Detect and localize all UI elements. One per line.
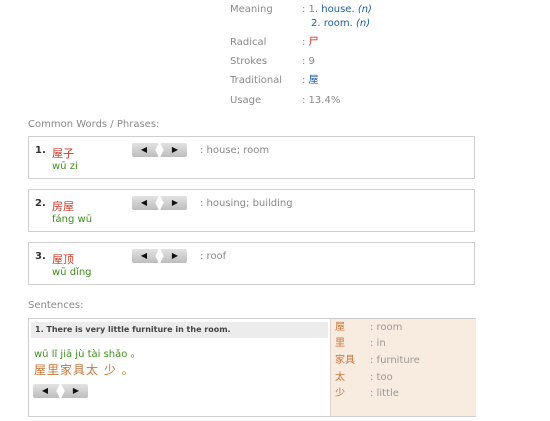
- prev-arrow-icon: ◀: [140, 251, 148, 260]
- word-pinyin: fáng wū: [52, 214, 93, 225]
- meaning-2-pos: (n): [355, 18, 371, 29]
- word-meaning: : house; room: [200, 145, 270, 156]
- word-characters[interactable]: 屋顶: [52, 251, 74, 267]
- meaning-2-word: room.: [323, 18, 353, 29]
- word-meaning: : roof: [200, 251, 227, 262]
- glossary-meaning: : room: [370, 322, 403, 333]
- play-arrow-icon: ▶: [171, 251, 179, 260]
- audio-controls: ◀ ▶: [132, 143, 187, 157]
- meaning-label: Meaning: [230, 4, 273, 15]
- strokes-label: Strokes: [230, 56, 268, 67]
- radical-sep: :: [302, 37, 306, 48]
- audio-prev-button[interactable]: ◀: [132, 196, 159, 210]
- meaning-1-prefix: : 1.: [302, 4, 319, 15]
- sentence-audio-prev-button[interactable]: ◀: [33, 384, 60, 398]
- traditional-sep: :: [302, 75, 306, 86]
- word-entry: 1. 屋子 wū zi ◀ ▶ : house; room: [28, 136, 475, 179]
- strokes-value: : 9: [302, 56, 315, 67]
- meaning-1-word: house.: [321, 4, 355, 15]
- common-words-header: Common Words / Phrases:: [28, 119, 160, 130]
- word-meaning: : housing; building: [200, 198, 293, 209]
- audio-controls: ◀ ▶: [132, 249, 187, 263]
- word-entry: 2. 房屋 fáng wū ◀ ▶ : housing; building: [28, 189, 475, 232]
- usage-label: Usage: [230, 95, 262, 106]
- sentence-translation: 1. There is very little furniture in the…: [31, 322, 328, 338]
- play-arrow-icon: ▶: [171, 145, 179, 154]
- sentences-header: Sentences:: [28, 300, 84, 311]
- sentence-glossary: 屋 : room 里 : in 家具 : furniture 太 : too 少…: [330, 319, 476, 416]
- sentence-chinese[interactable]: 屋里家具太 少 。: [34, 361, 135, 378]
- prev-arrow-icon: ◀: [140, 145, 148, 154]
- word-pinyin: wū zi: [52, 161, 78, 172]
- word-pinyin: wū dǐng: [52, 267, 92, 278]
- prev-arrow-icon: ◀: [140, 198, 148, 207]
- word-entry: 3. 屋顶 wū dǐng ◀ ▶ : roof: [28, 242, 475, 285]
- radical-label: Radical: [230, 37, 267, 48]
- sentence-entry: 1. There is very little furniture in the…: [28, 318, 476, 417]
- audio-prev-button[interactable]: ◀: [132, 249, 159, 263]
- traditional-value-wrap: : 屋: [302, 73, 319, 89]
- glossary-meaning: : furniture: [370, 355, 420, 366]
- word-number: 1.: [35, 145, 46, 156]
- audio-play-button[interactable]: ▶: [160, 196, 187, 210]
- traditional-value[interactable]: 屋: [309, 75, 319, 86]
- glossary-meaning: : in: [370, 338, 386, 349]
- glossary-char[interactable]: 太: [335, 370, 345, 386]
- audio-controls: ◀ ▶: [132, 196, 187, 210]
- sentence-audio-controls: ◀ ▶: [33, 384, 88, 398]
- word-characters[interactable]: 屋子: [52, 145, 74, 161]
- word-number: 3.: [35, 251, 46, 262]
- prev-arrow-icon: ◀: [41, 386, 49, 395]
- play-arrow-icon: ▶: [72, 386, 80, 395]
- audio-play-button[interactable]: ▶: [160, 249, 187, 263]
- sentence-audio-play-button[interactable]: ▶: [61, 384, 88, 398]
- meaning-1-pos: (n): [357, 4, 372, 15]
- glossary-char[interactable]: 家具: [335, 353, 355, 369]
- play-arrow-icon: ▶: [171, 198, 179, 207]
- sentence-pinyin: wū lǐ jiā jù tài shǎo 。: [34, 349, 141, 360]
- glossary-meaning: : too: [370, 372, 393, 383]
- traditional-label: Traditional: [230, 75, 283, 86]
- meaning-2-prefix: 2.: [311, 18, 321, 29]
- usage-value: : 13.4%: [302, 95, 341, 106]
- radical-value[interactable]: 尸: [309, 37, 319, 48]
- radical-value-wrap: : 尸: [302, 35, 319, 51]
- word-number: 2.: [35, 198, 46, 209]
- glossary-char[interactable]: 屋: [335, 320, 345, 336]
- audio-prev-button[interactable]: ◀: [132, 143, 159, 157]
- meaning-value-2: 2. room. (n): [311, 16, 370, 32]
- word-characters[interactable]: 房屋: [52, 198, 74, 214]
- glossary-char[interactable]: 里: [335, 336, 345, 352]
- audio-play-button[interactable]: ▶: [160, 143, 187, 157]
- glossary-meaning: : little: [370, 388, 399, 399]
- glossary-char[interactable]: 少: [335, 386, 345, 402]
- sentence-main: 1. There is very little furniture in the…: [29, 319, 330, 416]
